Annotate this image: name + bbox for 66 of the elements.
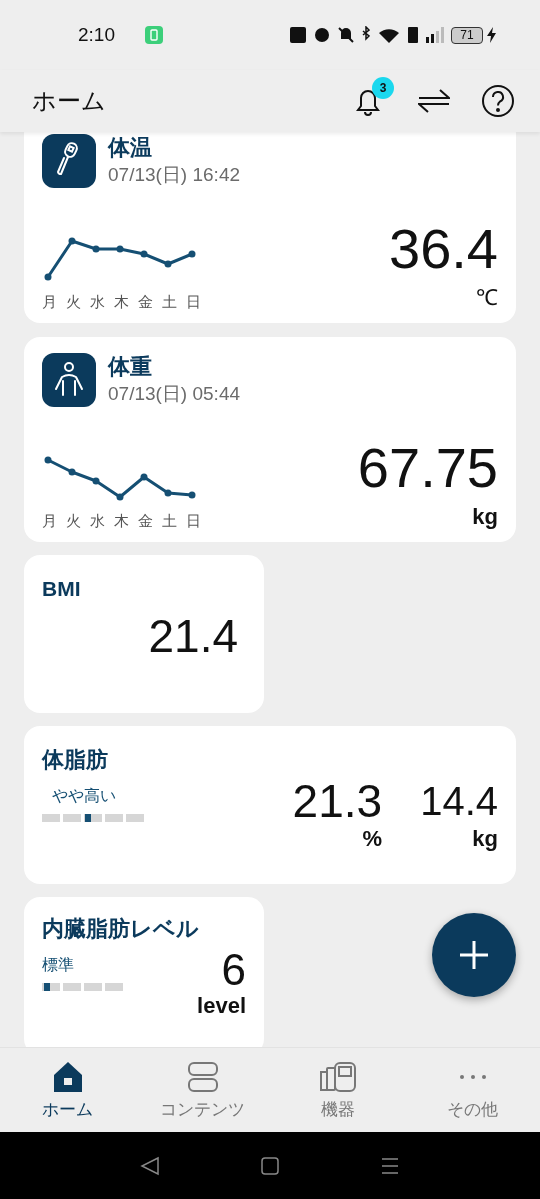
weekday-label: 月 [42,293,58,311]
plus-icon [459,940,489,970]
devices-icon [318,1062,357,1092]
bluetooth-icon [362,26,370,44]
body-fat-card[interactable]: 体脂肪 やや高い 21.3 % 14.4 kg [24,726,516,884]
status-label: やや高い [52,786,117,806]
notification-badge: 3 [372,77,394,99]
unit-label: level [197,993,246,1019]
measurement-card[interactable]: 体重 07/13(日) 05:44 月 火 水 木 金 土 日 67.75 kg [24,337,516,542]
weekday-label: 金 [138,293,154,311]
more-icon [458,1074,487,1080]
swap-arrows-icon [418,88,450,114]
unit-label: kg [472,826,498,852]
help-icon [481,84,515,118]
nav-tab[interactable]: コンテンツ [135,1048,270,1132]
wifi-icon [378,27,400,43]
measurement-value: 36.4 [389,221,498,277]
body-fat-percent: 21.3 [292,776,383,826]
signal-icon [426,27,445,43]
weekday-label: 水 [90,512,106,530]
thermometer-icon [42,134,96,188]
weekday-label: 水 [90,293,106,311]
charging-icon [487,27,496,43]
page-title: ホーム [32,86,107,116]
weekday-label: 金 [138,512,154,530]
measurement-card[interactable]: 体温 07/13(日) 16:42 月 火 水 木 金 土 日 36.4 ℃ [24,132,516,323]
card-title: 体脂肪 [42,746,109,774]
home-nav-icon[interactable] [260,1155,280,1176]
unit-label: ℃ [476,285,498,311]
menu-icon[interactable] [380,1155,400,1176]
nav-tab[interactable]: ホーム [0,1048,135,1132]
visceral-fat-card[interactable]: 内臓脂肪レベル 標準 6 level [24,897,264,1047]
card-title: 内臓脂肪レベル [42,915,200,943]
weekday-label: 木 [114,293,130,311]
bmi-value: 21.4 [148,610,238,661]
unit-label: % [362,826,383,852]
measurement-value: 67.75 [357,440,498,496]
mute-icon [338,27,354,43]
visceral-fat-value: 6 [221,947,246,993]
stacked-rectangles-icon [186,1061,219,1093]
measurement-date: 07/13(日) 16:42 [108,163,241,187]
body-fat-mass: 14.4 [420,778,498,825]
nav-tab[interactable]: 機器 [270,1048,405,1132]
card-title: 体温 [108,134,153,162]
weekday-label: 火 [66,512,82,530]
weekday-label: 月 [42,512,58,530]
weekday-label: 土 [162,512,178,530]
weekday-label: 日 [186,293,202,311]
back-icon[interactable] [140,1155,160,1176]
battery-indicator: 71 [451,26,483,44]
status-label: 標準 [42,955,75,975]
add-button[interactable] [432,913,516,997]
home-icon [52,1061,83,1093]
measurement-date: 07/13(日) 05:44 [108,382,241,406]
weekday-label: 日 [186,512,202,530]
card-title: BMI [42,576,82,602]
weekday-label: 火 [66,293,82,311]
weekday-label: 木 [114,512,130,530]
unit-label: kg [472,504,498,530]
bmi-card[interactable]: BMI 21.4 [24,555,264,713]
nav-tab[interactable]: その他 [405,1048,540,1132]
battery-app-icon [145,26,163,44]
person-icon [42,353,96,407]
weekday-label: 土 [162,293,178,311]
card-title: 体重 [108,353,153,381]
status-time: 2:10 [78,22,115,47]
